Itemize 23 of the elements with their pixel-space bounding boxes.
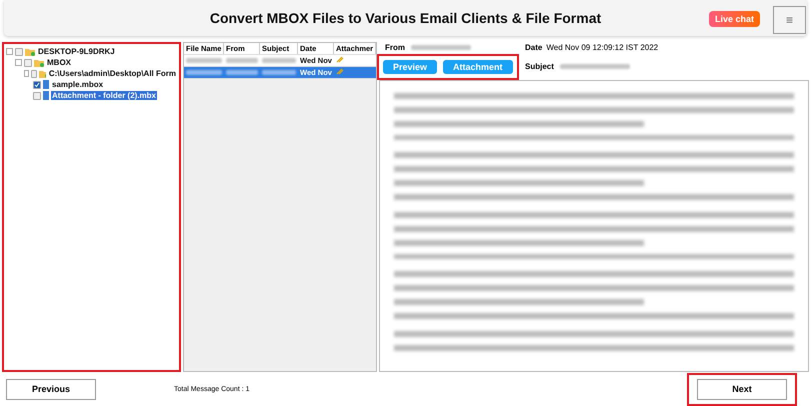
menu-button[interactable]: ≡	[773, 6, 806, 34]
app-title: Convert MBOX Files to Various Email Clients & File Format	[210, 10, 602, 26]
checkbox[interactable]	[24, 58, 32, 66]
tree-item[interactable]: Attachment - folder (2).mbx	[51, 91, 158, 100]
date-value: Wed Nov 09 12:09:12 IST 2022	[546, 43, 658, 52]
tree-item[interactable]: MBOX	[46, 58, 72, 67]
folder-icon	[39, 70, 46, 78]
folder-icon	[34, 58, 44, 66]
next-button[interactable]: Next	[697, 378, 787, 400]
checkbox[interactable]	[33, 80, 41, 88]
paperclip-icon	[336, 55, 344, 63]
paperclip-icon	[336, 67, 344, 75]
previous-button[interactable]: Previous	[6, 378, 96, 400]
subject-label: Subject	[525, 62, 554, 72]
tree-item[interactable]: C:\Users\admin\Desktop\All Form	[48, 69, 177, 78]
checkbox[interactable]	[15, 48, 23, 56]
checkbox[interactable]	[33, 92, 41, 100]
folder-icon	[25, 48, 35, 56]
checkbox[interactable]	[31, 70, 38, 78]
date-label: Date	[525, 43, 542, 52]
tree-item[interactable]: sample.mbox	[51, 80, 104, 89]
tree-item[interactable]: DESKTOP-9L9DRKJ	[37, 47, 116, 56]
from-label: From	[385, 43, 405, 52]
